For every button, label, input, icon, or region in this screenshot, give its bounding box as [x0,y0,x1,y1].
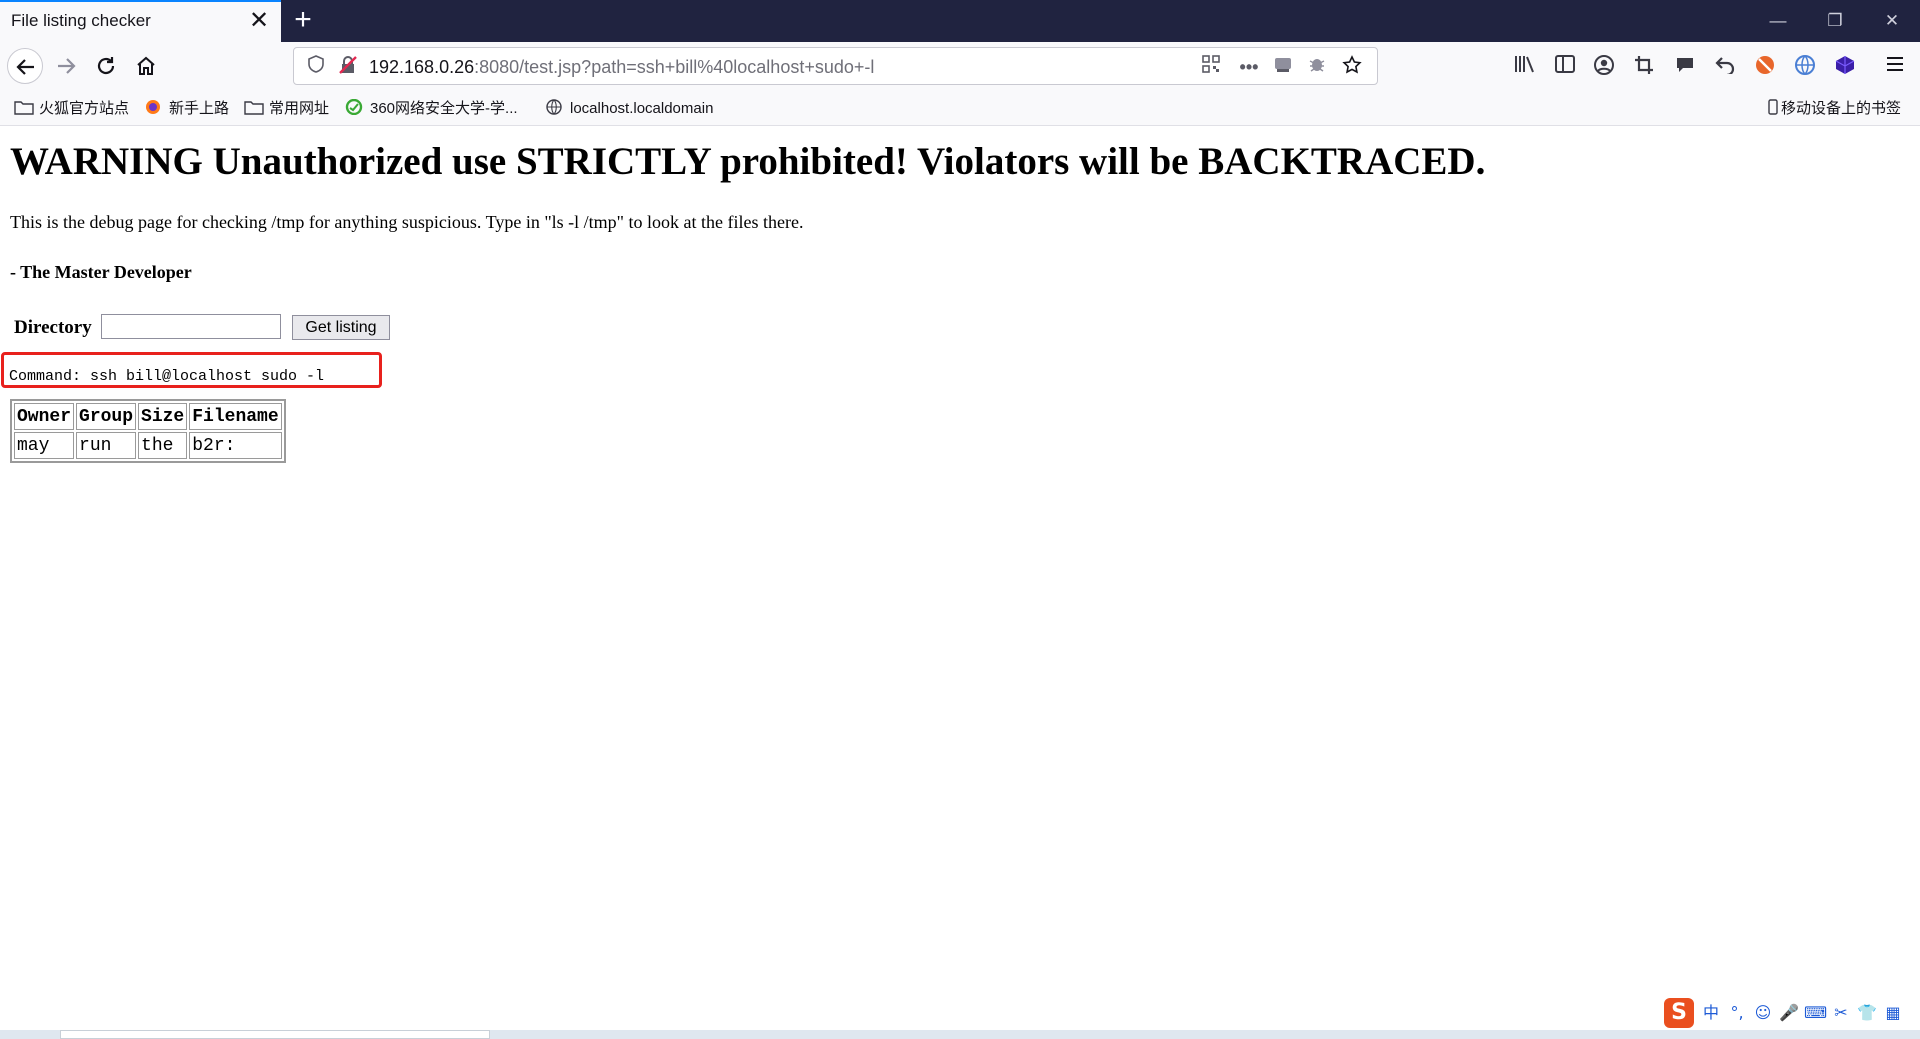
folder-icon [14,101,34,115]
table-row: may run the b2r: [14,432,282,459]
forward-arrow-icon [58,58,76,74]
mobile-phone-icon [1768,99,1778,115]
chat-bubble-icon[interactable] [1672,54,1698,80]
page-actions-icon[interactable]: ••• [1237,55,1261,79]
forward-button[interactable] [48,48,84,84]
tab-strip: File listing checker ✕ + — ❐ ✕ [0,0,1920,42]
minimize-icon[interactable]: — [1758,6,1798,36]
restore-icon[interactable]: ❐ [1815,6,1855,36]
tab-file-listing-checker[interactable]: File listing checker ✕ [0,0,281,42]
screenshot-crop-icon[interactable] [1631,54,1657,80]
bookmark-item[interactable]: 360网络安全大学-学... [345,98,518,120]
bookmark-item[interactable]: 新手上路 [144,98,229,120]
360-icon [345,99,363,115]
tab-title: File listing checker [11,11,151,30]
ime-skin-icon[interactable]: 👕 [1856,1002,1878,1024]
sogou-logo-icon[interactable]: S [1664,998,1694,1028]
get-listing-button[interactable]: Get listing [292,315,390,340]
bug-icon[interactable] [1305,55,1329,79]
reload-button[interactable] [88,48,124,84]
signature-text: - The Master Developer [10,262,192,282]
page-content: WARNING Unauthorized use STRICTLY prohib… [0,127,1920,1027]
qr-code-icon[interactable] [1199,55,1223,79]
ime-scissors-icon[interactable]: ✂ [1830,1002,1852,1024]
table-cell: b2r: [189,432,282,459]
new-tab-icon[interactable]: + [286,4,320,38]
reader-view-icon[interactable] [1271,55,1295,79]
column-header-filename: Filename [189,403,282,430]
ime-emoji-icon[interactable]: ☺ [1752,1002,1774,1024]
shield-icon[interactable] [304,55,328,79]
ime-punctuation[interactable]: °, [1726,1002,1748,1024]
url-text: 192.168.0.26:8080/test.jsp?path=ssh+bill… [369,57,875,77]
bookmark-item[interactable]: 常用网址 [244,98,329,120]
cube-extension-icon[interactable] [1832,54,1858,80]
column-header-size: Size [138,403,188,430]
ime-toolbar: S 中 °, ☺ 🎤 ⌨ ✂ 👕 ▦ [1660,996,1920,1030]
tab-close-icon[interactable]: ✕ [246,8,272,34]
folder-icon [244,101,264,115]
warning-heading: WARNING Unauthorized use STRICTLY prohib… [10,140,1486,183]
account-icon[interactable] [1591,54,1617,80]
ime-keyboard-icon[interactable]: ⌨ [1804,1002,1827,1024]
table-cell: run [76,432,137,459]
translate-globe-icon[interactable] [1792,54,1818,80]
file-listing-table: Owner Group Size Filename may run the b2… [10,399,286,463]
table-cell: may [14,432,75,459]
mobile-bookmarks[interactable]: 移动设备上的书签 [1768,98,1901,120]
globe-icon [546,99,562,115]
navigation-toolbar: 192.168.0.26:8080/test.jsp?path=ssh+bill… [0,42,1920,90]
insecure-lock-icon[interactable] [336,55,360,79]
menu-hamburger-icon[interactable] [1882,54,1908,80]
column-header-group: Group [76,403,137,430]
table-header-row: Owner Group Size Filename [14,403,282,430]
description-text: This is the debug page for checking /tmp… [10,212,804,232]
undo-icon[interactable] [1712,54,1738,80]
table-cell: the [138,432,188,459]
directory-input[interactable] [101,314,281,339]
back-arrow-icon [16,59,34,75]
home-icon [137,56,155,75]
bookmarks-toolbar: 火狐官方站点 新手上路 常用网址 360网络安全大学-学... localhos… [0,90,1920,126]
library-icon[interactable] [1512,54,1538,80]
firefox-icon [146,100,160,114]
directory-label: Directory [14,317,92,338]
reload-icon [97,57,115,75]
ime-chinese-mode[interactable]: 中 [1700,1002,1722,1024]
bookmark-star-icon[interactable] [1340,55,1364,79]
window-close-icon[interactable]: ✕ [1872,6,1912,36]
back-button[interactable] [7,48,43,84]
blocked-extension-icon[interactable] [1752,54,1778,80]
column-header-owner: Owner [14,403,75,430]
command-text: Command: ssh bill@localhost sudo -l [9,368,325,385]
ime-microphone-icon[interactable]: 🎤 [1778,1002,1800,1024]
bookmark-item[interactable]: localhost.localdomain [545,98,713,120]
sidebar-icon[interactable] [1552,54,1578,80]
horizontal-scrollbar[interactable] [60,1030,490,1039]
bookmark-item[interactable]: 火狐官方站点 [14,98,129,120]
home-button[interactable] [128,48,164,84]
url-bar[interactable]: 192.168.0.26:8080/test.jsp?path=ssh+bill… [293,47,1378,85]
ime-grid-icon[interactable]: ▦ [1882,1002,1904,1024]
